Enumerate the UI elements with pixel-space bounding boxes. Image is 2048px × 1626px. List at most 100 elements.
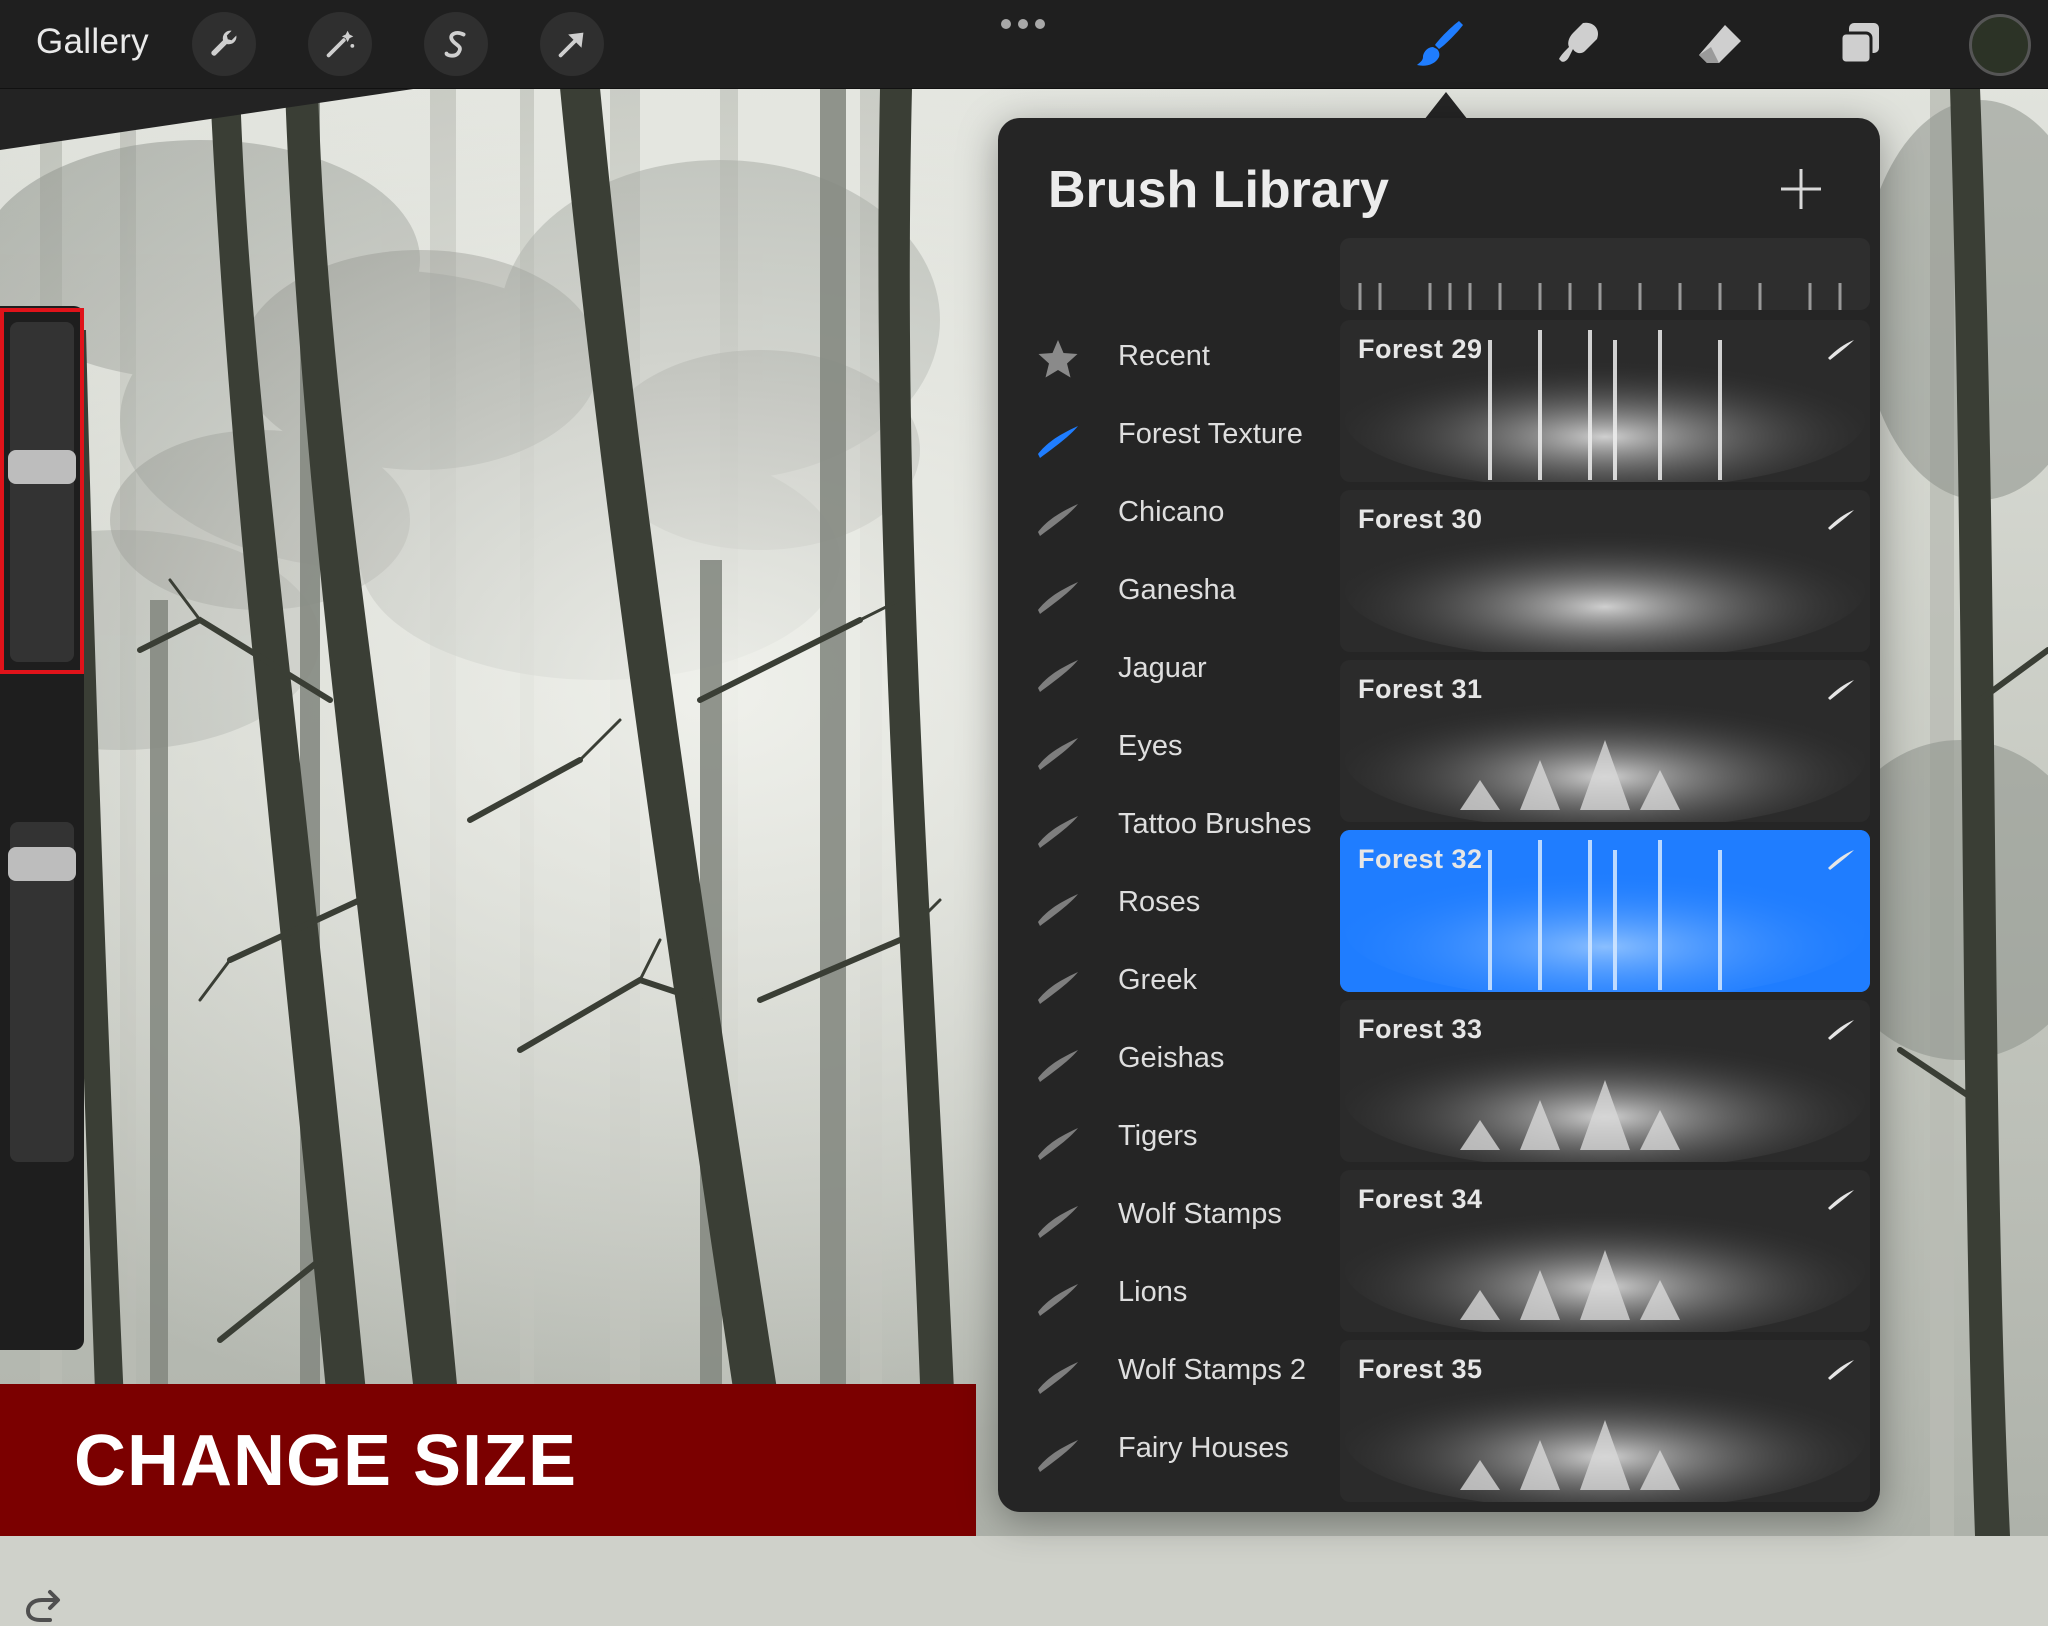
brush-set-item[interactable]: Eyes xyxy=(998,710,1338,788)
panel-title: Brush Library xyxy=(1048,161,1389,219)
brush-icon xyxy=(1417,21,1463,66)
brush-preview xyxy=(1340,238,1870,310)
brush-stroke-icon xyxy=(1038,1050,1078,1082)
brush-card[interactable]: Forest 30 xyxy=(1340,490,1870,652)
layers-button[interactable] xyxy=(1830,14,1890,74)
brush-card[interactable]: Forest 32 xyxy=(1340,830,1870,992)
brush-card-partial[interactable] xyxy=(1340,238,1870,310)
star-icon xyxy=(1038,340,1078,378)
more-options-icon[interactable] xyxy=(998,14,1048,34)
size-slider-highlight xyxy=(0,308,84,674)
selection-s-icon xyxy=(444,31,466,58)
brush-set-item[interactable]: Tigers xyxy=(998,1100,1338,1178)
brush-stroke-icon xyxy=(1828,1020,1854,1040)
brush-set-item[interactable]: Recent xyxy=(998,320,1338,398)
brush-set-label: Spider Stamps xyxy=(1118,1510,1308,1512)
brush-card[interactable]: Forest 31 xyxy=(1340,660,1870,822)
color-picker-button[interactable] xyxy=(1969,14,2031,76)
brush-stroke-icon xyxy=(1038,1206,1078,1238)
brush-set-item[interactable]: Chicano xyxy=(998,476,1338,554)
redo-icon[interactable] xyxy=(20,1586,66,1626)
eraser-icon xyxy=(1699,25,1741,63)
brush-set-label: Geishas xyxy=(1118,1042,1225,1074)
add-plus-icon[interactable] xyxy=(1778,166,1824,212)
brush-set-label: Roses xyxy=(1118,886,1201,918)
brush-set-label: Chicano xyxy=(1118,496,1225,528)
brush-set-label: Jaguar xyxy=(1118,652,1207,684)
brush-set-label: Tigers xyxy=(1118,1120,1198,1152)
brush-stroke-icon xyxy=(1828,510,1854,530)
brush-set-label: Greek xyxy=(1118,964,1197,996)
brush-set-label: Wolf Stamps 2 xyxy=(1118,1354,1307,1386)
brush-stroke-icon xyxy=(1038,660,1078,692)
smudge-icon xyxy=(1559,22,1599,62)
brush-stroke-icon xyxy=(1828,340,1854,360)
top-toolbar: Gallery xyxy=(0,0,2048,89)
brush-set-item[interactable]: Greek xyxy=(998,944,1338,1022)
brush-set-label: Ganesha xyxy=(1118,574,1236,606)
brush-stroke-icon xyxy=(1038,738,1078,770)
opacity-slider-thumb[interactable] xyxy=(8,847,76,881)
brush-stroke-icon xyxy=(1828,680,1854,700)
change-size-banner: CHANGE SIZE xyxy=(0,1384,976,1536)
opacity-slider[interactable] xyxy=(8,822,76,1162)
brush-card[interactable]: Forest 34 xyxy=(1340,1170,1870,1332)
brush-set-label: Wolf Stamps xyxy=(1118,1198,1282,1230)
layers-icon xyxy=(1839,23,1879,65)
brush-library-panel: Brush Library Recent Forest Texture Chican… xyxy=(998,118,1880,1512)
brush-stroke-icon xyxy=(1038,894,1078,926)
brush-set-item[interactable]: Spider Stamps xyxy=(998,1490,1338,1512)
brush-stroke-icon xyxy=(1038,1128,1078,1160)
brush-stroke-icon xyxy=(1828,850,1854,870)
magic-wand-icon xyxy=(326,30,355,58)
brush-name: Forest 29 xyxy=(1358,334,1483,364)
brush-stroke-icon xyxy=(1038,582,1078,614)
brush-set-item[interactable]: Roses xyxy=(998,866,1338,944)
brush-stroke-icon xyxy=(1038,1440,1078,1472)
brush-stroke-icon xyxy=(1038,972,1078,1004)
brush-set-label: Forest Texture xyxy=(1118,418,1303,450)
brush-name: Forest 32 xyxy=(1358,844,1483,874)
brush-stroke-icon xyxy=(1038,1362,1078,1394)
brush-stroke-icon xyxy=(1038,426,1078,458)
brush-set-item[interactable]: Ganesha xyxy=(998,554,1338,632)
eraser-tool-button[interactable] xyxy=(1690,14,1750,74)
brush-card[interactable]: Forest 33 xyxy=(1340,1000,1870,1162)
brush-set-item[interactable]: Lions xyxy=(998,1256,1338,1334)
brush-set-item[interactable]: Wolf Stamps xyxy=(998,1178,1338,1256)
brush-stroke-icon xyxy=(1828,1360,1854,1380)
actions-button[interactable] xyxy=(192,12,256,76)
transform-button[interactable] xyxy=(540,12,604,76)
brush-name: Forest 34 xyxy=(1358,1184,1483,1214)
brush-set-item[interactable]: Tattoo Brushes xyxy=(998,788,1338,866)
adjustments-button[interactable] xyxy=(308,12,372,76)
brush-set-item[interactable]: Forest Texture xyxy=(998,398,1338,476)
brush-set-label: Eyes xyxy=(1118,730,1183,762)
brush-card[interactable]: Forest 35 xyxy=(1340,1340,1870,1502)
brush-set-item[interactable]: Wolf Stamps 2 xyxy=(998,1334,1338,1412)
brush-set-item[interactable]: Fairy Houses xyxy=(998,1412,1338,1490)
brush-set-item[interactable]: Geishas xyxy=(998,1022,1338,1100)
popover-arrow xyxy=(1424,92,1468,120)
wrench-icon xyxy=(211,30,237,56)
brush-name: Forest 31 xyxy=(1358,674,1483,704)
brush-stroke-icon xyxy=(1034,1506,1082,1512)
brush-set-item[interactable]: Jaguar xyxy=(998,632,1338,710)
brush-card[interactable]: Forest 29 xyxy=(1340,320,1870,482)
brush-stroke-icon xyxy=(1038,816,1078,848)
brush-name: Forest 35 xyxy=(1358,1354,1483,1384)
brush-stroke-icon xyxy=(1038,504,1078,536)
brush-set-label: Lions xyxy=(1118,1276,1188,1308)
brush-set-label: Recent xyxy=(1118,340,1210,372)
brush-name: Forest 30 xyxy=(1358,504,1483,534)
banner-text: CHANGE SIZE xyxy=(74,1421,578,1501)
paint-tool-button[interactable] xyxy=(1410,14,1470,74)
brush-name: Forest 33 xyxy=(1358,1014,1483,1044)
gallery-button[interactable]: Gallery xyxy=(36,22,149,62)
brush-set-label: Fairy Houses xyxy=(1118,1432,1289,1464)
brush-stroke-icon xyxy=(1828,1190,1854,1210)
brush-stroke-icon xyxy=(1038,1284,1078,1316)
smudge-tool-button[interactable] xyxy=(1550,14,1610,74)
brush-set-label: Tattoo Brushes xyxy=(1118,808,1312,840)
selection-button[interactable] xyxy=(424,12,488,76)
